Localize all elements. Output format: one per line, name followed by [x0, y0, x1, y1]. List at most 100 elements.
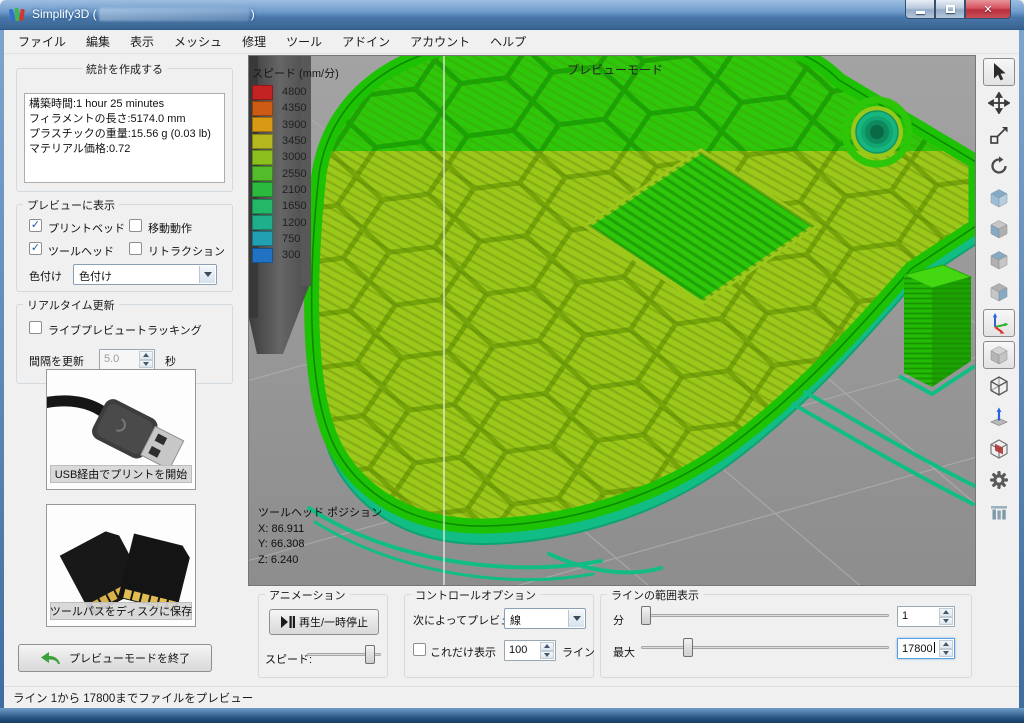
legend-row: 3900 [252, 117, 339, 133]
legend-value: 300 [282, 249, 300, 261]
view-cube-front-button[interactable] [983, 215, 1015, 243]
view-cube-top-button[interactable] [983, 278, 1015, 306]
preview-by-select-arrow[interactable] [568, 610, 584, 627]
viewport-3d[interactable]: スピード (mm/分) 4800435039003450300025502100… [248, 55, 976, 586]
legend-color-swatch [252, 231, 273, 246]
view-cube-side-button[interactable] [983, 246, 1015, 274]
print-bed-checkbox[interactable]: ✓ [29, 219, 42, 232]
show-only-checkbox[interactable] [413, 643, 426, 656]
show-only-spin-down[interactable] [540, 651, 554, 660]
solid-view-icon [988, 344, 1010, 366]
control-options-group: コントロールオプション 次によってプレビュー 線 これだけ表示 100 ライン [404, 594, 594, 678]
save-toolpaths-button[interactable]: ツールパスをディスクに保存 [46, 504, 196, 627]
range-max-label: 最大 [613, 644, 635, 660]
legend-color-swatch [252, 182, 273, 197]
range-max-spinner[interactable]: 17800 [897, 638, 955, 659]
view-cube-side-icon [988, 249, 1010, 271]
live-preview-tracking-checkbox[interactable] [29, 321, 42, 334]
coordinate-axes-button[interactable] [983, 309, 1015, 337]
toolhead-checkbox[interactable]: ✓ [29, 242, 42, 255]
play-pause-button[interactable]: 再生/一時停止 [269, 609, 379, 635]
rotate-button[interactable] [983, 152, 1015, 180]
range-min-slider[interactable] [641, 606, 889, 625]
spin-up-icon [143, 350, 149, 357]
slider-thumb[interactable] [683, 638, 693, 657]
menu-item[interactable]: ヘルプ [480, 30, 536, 53]
settings-gear-button[interactable] [983, 466, 1015, 494]
close-button[interactable]: ✕ [965, 0, 1011, 19]
range-min-spinner[interactable]: 1 [897, 606, 955, 627]
menu-item[interactable]: ファイル [8, 30, 76, 53]
chevron-down-icon [573, 616, 581, 625]
surface-normal-icon [988, 406, 1010, 428]
minimize-icon [916, 11, 925, 14]
interval-spin-down[interactable] [139, 360, 153, 369]
statistics-group: 統計を作成する 構築時間:1 hour 25 minutesフィラメントの長さ:… [16, 68, 233, 192]
exit-preview-mode-button[interactable]: プレビューモードを終了 [18, 644, 212, 672]
menu-item[interactable]: 表示 [120, 30, 164, 53]
title-bar[interactable]: Simplify3D ( ) ✕ [0, 0, 1024, 30]
legend-row: 4800 [252, 84, 339, 100]
slider-thumb[interactable] [365, 645, 375, 664]
live-preview-tracking-label: ライブプレビュートラッキング [48, 322, 202, 338]
maximize-button[interactable] [935, 0, 965, 19]
supports-icon [988, 500, 1010, 522]
preview-by-select[interactable]: 線 [504, 608, 586, 629]
menu-item[interactable]: アカウント [400, 30, 480, 53]
begin-print-usb-button[interactable]: USB経由でプリントを開始 [46, 369, 196, 490]
menu-item[interactable]: 編集 [76, 30, 120, 53]
spin-down-icon [943, 651, 949, 658]
view-cube-iso-button[interactable] [983, 184, 1015, 212]
update-interval-spinner[interactable]: 5.0 [99, 349, 155, 370]
show-only-spin-up[interactable] [540, 642, 554, 651]
update-interval-label: 間隔を更新 [29, 353, 84, 369]
surface-normal-button[interactable] [983, 403, 1015, 431]
legend-row: 300 [252, 247, 339, 263]
window-border-bottom [0, 708, 1024, 723]
range-max-slider[interactable] [641, 638, 889, 657]
legend-color-swatch [252, 101, 273, 116]
stats-box: 構築時間:1 hour 25 minutesフィラメントの長さ:5174.0 m… [24, 93, 225, 183]
legend-row: 2100 [252, 182, 339, 198]
line-range-title: ラインの範囲表示 [607, 587, 703, 603]
chevron-down-icon [204, 272, 212, 281]
move-button[interactable] [983, 89, 1015, 117]
coloring-select[interactable]: 色付け [73, 264, 217, 285]
solid-view-button[interactable] [983, 341, 1015, 369]
text-cursor [934, 642, 935, 653]
toolhead-position-z: Z: 6.240 [258, 553, 382, 569]
legend-value: 4350 [282, 102, 306, 114]
range-min-spin-down[interactable] [939, 617, 953, 626]
window-title-prefix: Simplify3D ( [32, 7, 97, 21]
window-title-suffix: ) [251, 7, 255, 21]
range-max-spin-down[interactable] [939, 649, 953, 658]
animation-speed-slider[interactable] [307, 645, 381, 664]
show-only-spinner[interactable]: 100 [504, 640, 556, 661]
scale-button[interactable] [983, 121, 1015, 149]
menu-item[interactable]: ツール [276, 30, 332, 53]
rotate-icon [988, 155, 1010, 177]
slider-thumb[interactable] [641, 606, 651, 625]
play-pause-label: 再生/一時停止 [299, 614, 368, 630]
wireframe-view-button[interactable] [983, 372, 1015, 400]
coloring-label: 色付け [29, 268, 62, 284]
cross-section-button[interactable] [983, 435, 1015, 463]
title-redacted-text [99, 8, 249, 21]
menu-item[interactable]: 修理 [232, 30, 276, 53]
minimize-button[interactable] [905, 0, 935, 19]
spin-up-icon [544, 641, 550, 648]
range-min-spin-up[interactable] [939, 608, 953, 617]
supports-button[interactable] [983, 497, 1015, 525]
retraction-checkbox[interactable] [129, 242, 142, 255]
interval-spin-up[interactable] [139, 351, 153, 360]
menu-item[interactable]: メッシュ [164, 30, 232, 53]
coloring-select-arrow[interactable] [199, 266, 215, 283]
menu-item[interactable]: アドイン [332, 30, 400, 53]
play-pause-icon [280, 616, 295, 628]
travel-moves-checkbox[interactable] [129, 219, 142, 232]
select-cursor-button[interactable] [983, 58, 1015, 86]
range-max-spin-up[interactable] [939, 640, 953, 649]
status-bar: ライン 1から 17800までファイルをプレビュー [4, 686, 1019, 708]
legend-color-swatch [252, 248, 273, 263]
toolhead-position-x: X: 86.911 [258, 522, 382, 538]
